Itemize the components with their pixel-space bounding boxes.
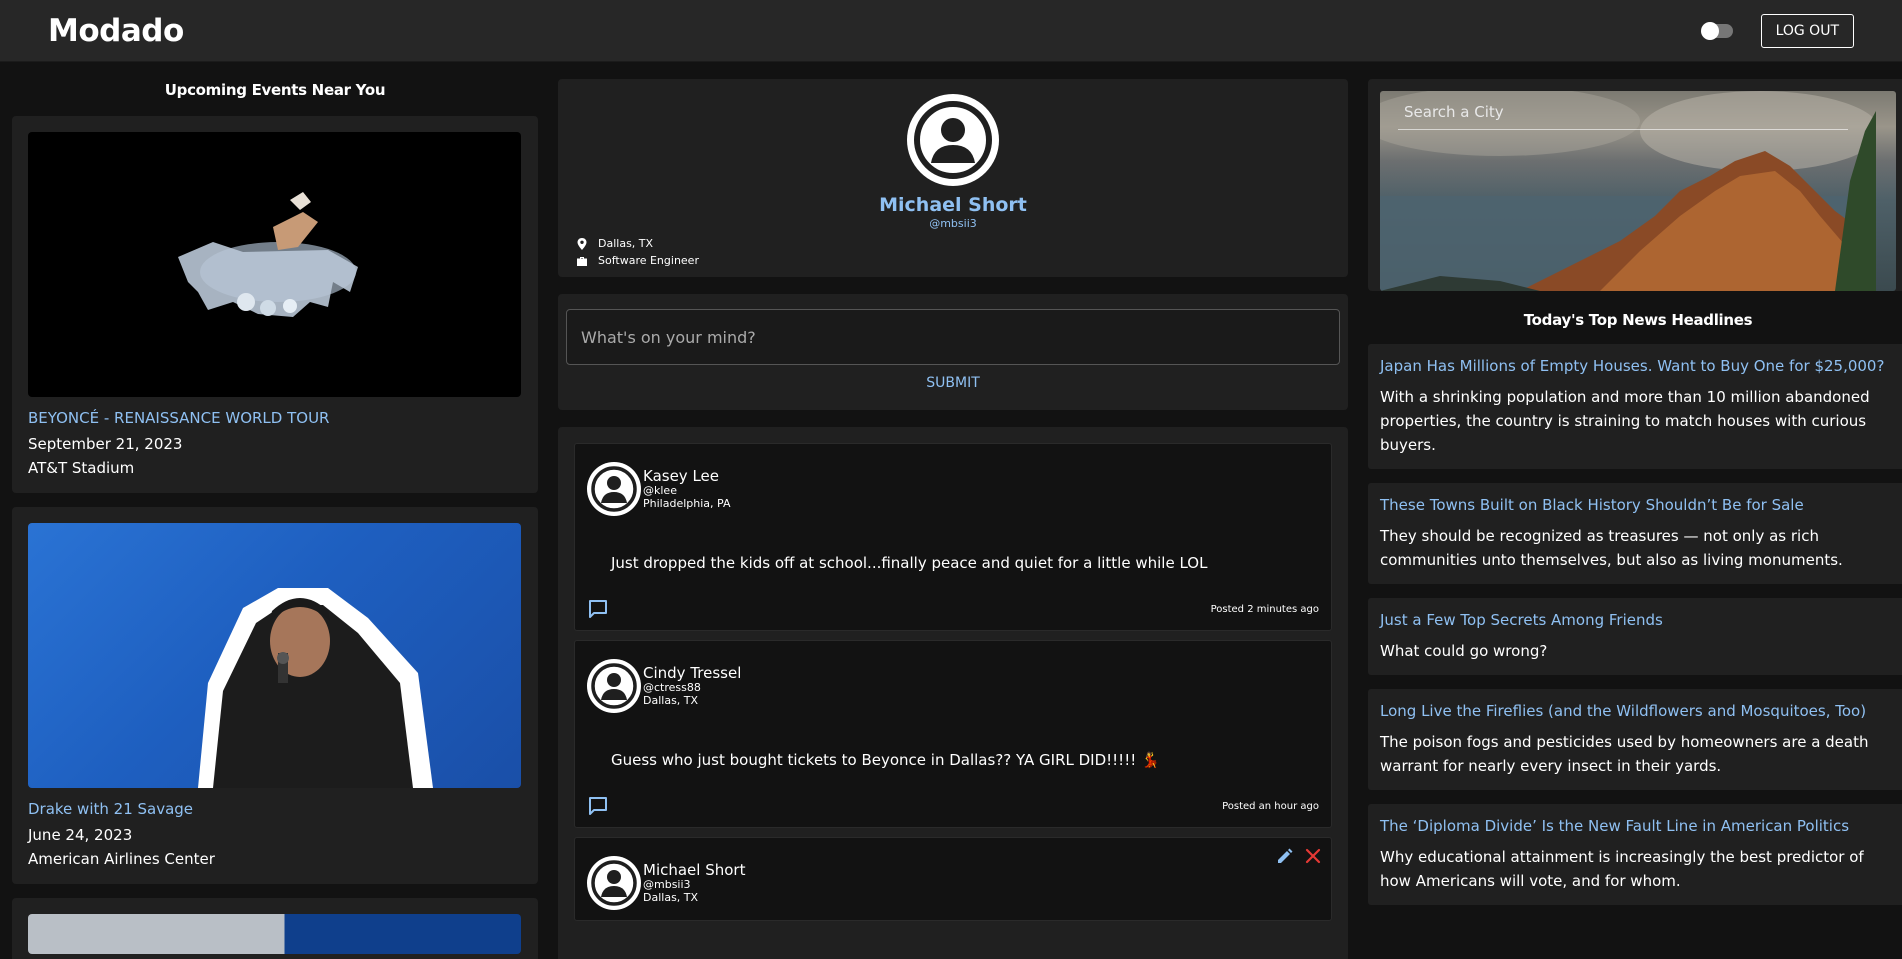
profile-occupation: Software Engineer (598, 254, 699, 267)
post-header: Cindy Tressel @ctress88 Dallas, TX (587, 659, 1319, 713)
news-headline-link[interactable]: These Towns Built on Black History Shoul… (1380, 495, 1896, 516)
post-composer: SUBMIT (558, 294, 1348, 410)
post-author-location: Philadelphia, PA (643, 497, 731, 511)
top-navbar: Modado LOG OUT (0, 0, 1902, 62)
events-column: Upcoming Events Near You BEYONCÉ - RENAI… (12, 62, 538, 959)
news-summary: They should be recognized as treasures —… (1380, 527, 1843, 569)
user-icon (591, 663, 637, 709)
post-avatar[interactable] (587, 856, 641, 910)
city-banner-image (1380, 91, 1896, 291)
event-venue: AT&T Stadium (28, 459, 135, 477)
news-headline-link[interactable]: Japan Has Millions of Empty Houses. Want… (1380, 356, 1896, 377)
news-headline-link[interactable]: The ‘Diploma Divide’ Is the New Fault Li… (1380, 816, 1896, 837)
post-card: Michael Short @mbsii3 Dallas, TX (574, 837, 1332, 921)
post-author-name: Cindy Tressel (643, 663, 742, 682)
location-pin-icon (577, 237, 587, 250)
theme-toggle[interactable] (1700, 21, 1733, 40)
event-venue: American Airlines Center (28, 850, 215, 868)
post-card: Cindy Tressel @ctress88 Dallas, TX Guess… (574, 640, 1332, 828)
main-layout: Upcoming Events Near You BEYONCÉ - RENAI… (0, 62, 1902, 959)
city-search-card (1368, 79, 1902, 291)
profile-card: Michael Short @mbsii3 Dallas, TX Softwar… (558, 79, 1348, 277)
post-author-location: Dallas, TX (643, 694, 699, 708)
user-icon (591, 860, 637, 906)
news-item: These Towns Built on Black History Shoul… (1368, 483, 1902, 584)
post-header: Michael Short @mbsii3 Dallas, TX (587, 856, 1319, 910)
profile-handle: @mbsii3 (929, 217, 977, 230)
profile-occupation-row: Software Engineer (576, 254, 699, 267)
post-footer: Posted 2 minutes ago (587, 598, 1319, 620)
feed-column: Michael Short @mbsii3 Dallas, TX Softwar… (558, 62, 1348, 959)
news-item: Japan Has Millions of Empty Houses. Want… (1368, 344, 1902, 469)
post-author-handle: @ctress88 (643, 681, 701, 695)
app-logo[interactable]: Modado (48, 13, 184, 49)
post-author-handle: @klee (643, 484, 677, 498)
news-summary: With a shrinking population and more tha… (1380, 388, 1870, 454)
comment-icon[interactable] (587, 795, 609, 817)
event-card: Drake with 21 Savage June 24, 2023 Ameri… (12, 507, 538, 884)
post-timestamp: Posted 2 minutes ago (1210, 603, 1319, 615)
post-timestamp: Posted an hour ago (1222, 800, 1319, 812)
events-section-title: Upcoming Events Near You (164, 81, 386, 99)
profile-location-row: Dallas, TX (576, 237, 699, 250)
post-input[interactable] (566, 309, 1340, 365)
user-icon (914, 101, 992, 179)
news-summary: Why educational attainment is increasing… (1380, 848, 1864, 890)
event-card: BEYONCÉ - RENAISSANCE WORLD TOUR Septemb… (12, 116, 538, 493)
news-item: Long Live the Fireflies (and the Wildflo… (1368, 689, 1902, 790)
comment-icon[interactable] (587, 598, 609, 620)
news-summary: What could go wrong? (1380, 642, 1548, 660)
post-author: Michael Short @mbsii3 Dallas, TX (643, 862, 745, 905)
news-headline-link[interactable]: Long Live the Fireflies (and the Wildflo… (1380, 701, 1896, 722)
post-author-location: Dallas, TX (643, 891, 699, 905)
profile-avatar[interactable] (907, 94, 999, 186)
event-image (28, 523, 521, 788)
post-author: Kasey Lee @klee Philadelphia, PA (643, 468, 730, 511)
logout-button[interactable]: LOG OUT (1760, 13, 1854, 48)
post-actions (1275, 846, 1323, 866)
news-item: Just a Few Top Secrets Among Friends Wha… (1368, 598, 1902, 675)
news-summary: The poison fogs and pesticides used by h… (1380, 733, 1869, 775)
post-body: Guess who just bought tickets to Beyonce… (611, 751, 1160, 769)
briefcase-icon (577, 256, 587, 266)
event-image (28, 132, 521, 397)
news-section-title: Today's Top News Headlines (1523, 311, 1753, 329)
post-author-name: Kasey Lee (643, 466, 720, 485)
user-icon (591, 466, 637, 512)
submit-button[interactable]: SUBMIT (926, 375, 980, 391)
news-column: Today's Top News Headlines Japan Has Mil… (1368, 62, 1902, 959)
post-header: Kasey Lee @klee Philadelphia, PA (587, 462, 1319, 516)
post-body: Just dropped the kids off at school...fi… (611, 554, 1208, 572)
post-author-handle: @mbsii3 (643, 878, 691, 892)
news-item: The ‘Diploma Divide’ Is the New Fault Li… (1368, 804, 1902, 905)
news-headline-link[interactable]: Just a Few Top Secrets Among Friends (1380, 610, 1896, 631)
event-title-link[interactable]: BEYONCÉ - RENAISSANCE WORLD TOUR (28, 409, 522, 427)
profile-location: Dallas, TX (598, 237, 654, 250)
city-search-input[interactable] (1398, 99, 1848, 130)
event-card (12, 898, 538, 959)
post-author-name: Michael Short (643, 860, 746, 879)
profile-details: Dallas, TX Software Engineer (576, 233, 699, 267)
edit-pencil-icon[interactable] (1275, 846, 1295, 866)
post-footer: Posted an hour ago (587, 795, 1319, 817)
post-feed: Kasey Lee @klee Philadelphia, PA Just dr… (558, 427, 1348, 959)
profile-name: Michael Short (879, 194, 1027, 216)
event-date: September 21, 2023 (28, 435, 183, 453)
event-title-link[interactable]: Drake with 21 Savage (28, 800, 522, 818)
event-image (28, 914, 521, 954)
post-avatar[interactable] (587, 462, 641, 516)
post-card: Kasey Lee @klee Philadelphia, PA Just dr… (574, 443, 1332, 631)
post-avatar[interactable] (587, 659, 641, 713)
navbar-actions: LOG OUT (1700, 13, 1854, 48)
delete-icon[interactable] (1303, 846, 1323, 866)
event-date: June 24, 2023 (28, 826, 133, 844)
post-author: Cindy Tressel @ctress88 Dallas, TX (643, 665, 741, 708)
